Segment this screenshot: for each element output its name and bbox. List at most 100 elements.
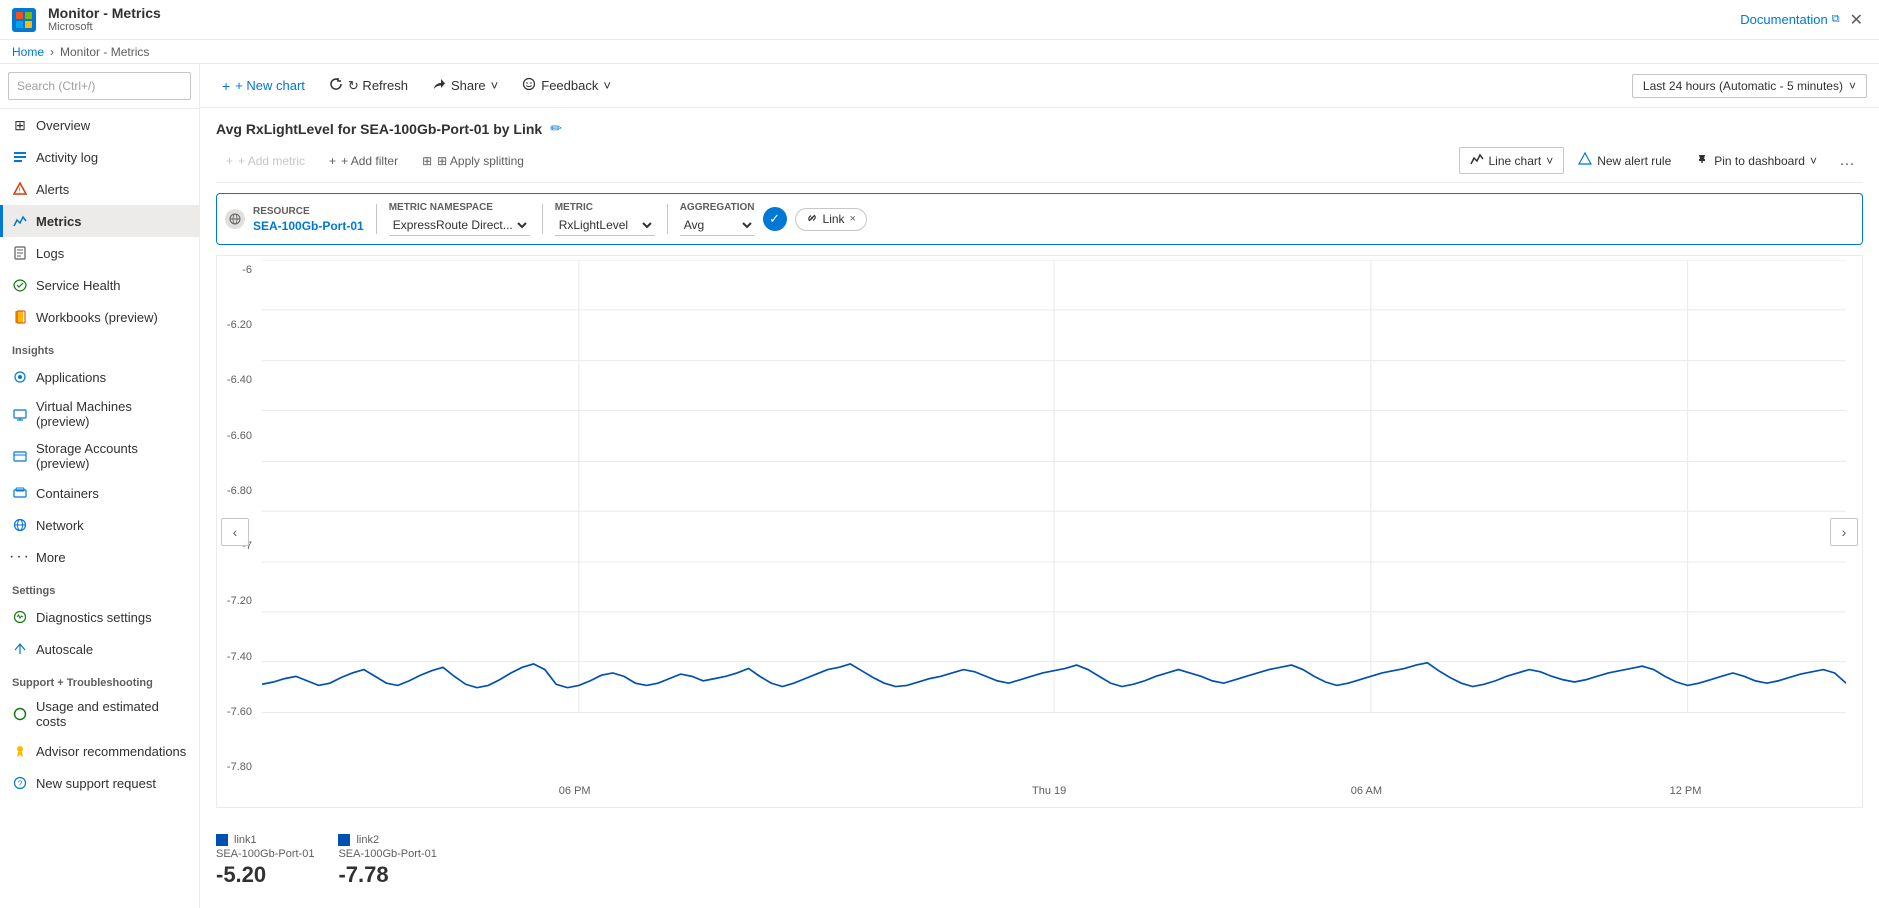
share-caret-icon: ˅: [491, 78, 499, 93]
external-link-icon: ⧉: [1832, 13, 1840, 26]
sidebar-item-usage-costs[interactable]: Usage and estimated costs: [0, 693, 199, 735]
y-label-6: -7.20: [227, 595, 256, 607]
search-input[interactable]: [8, 72, 191, 100]
sidebar-item-storage-accounts[interactable]: Storage Accounts (preview): [0, 435, 199, 477]
settings-section-label: Settings: [0, 573, 199, 601]
metric-selector-row: RESOURCE SEA-100Gb-Port-01 METRIC NAMESP…: [216, 193, 1863, 245]
sidebar-item-logs[interactable]: Logs: [0, 237, 199, 269]
y-label-3: -6.60: [227, 430, 256, 442]
refresh-button[interactable]: ↻ Refresh: [319, 71, 418, 101]
usage-costs-icon: [12, 706, 28, 722]
sidebar-item-more[interactable]: ··· More: [0, 541, 199, 573]
pin-to-dashboard-button[interactable]: Pin to dashboard ˅: [1685, 148, 1827, 173]
chart-type-button[interactable]: Line chart ˅: [1459, 147, 1565, 174]
sidebar-item-support-request[interactable]: ? New support request: [0, 767, 199, 799]
sidebar-item-virtual-machines[interactable]: Virtual Machines (preview): [0, 393, 199, 435]
legend-item-link2: link2 SEA-100Gb-Port-01 -7.78: [338, 834, 436, 888]
support-request-icon: ?: [12, 775, 28, 791]
breadcrumb-separator: ›: [50, 45, 54, 59]
legend-value-link2: -7.78: [338, 862, 436, 888]
link-tag[interactable]: Link ×: [795, 208, 867, 231]
chart-more-button[interactable]: …: [1831, 148, 1863, 174]
search-container: [0, 64, 199, 109]
alerts-icon: !: [12, 181, 28, 197]
chart-title: Avg RxLightLevel for SEA-100Gb-Port-01 b…: [216, 121, 542, 137]
time-range-picker[interactable]: Last 24 hours (Automatic - 5 minutes) ˅: [1632, 74, 1867, 98]
aggregation-select[interactable]: Avg Max Min Sum: [680, 215, 755, 236]
x-axis: 06 PM Thu 19 06 AM 12 PM: [262, 779, 1846, 807]
svg-text:?: ?: [18, 780, 23, 789]
resource-field: RESOURCE SEA-100Gb-Port-01: [253, 206, 364, 233]
feedback-button[interactable]: Feedback ˅: [512, 71, 621, 101]
x-label-1: Thu 19: [1032, 785, 1066, 797]
sidebar-item-alerts[interactable]: ! Alerts: [0, 173, 199, 205]
svg-text:!: !: [19, 188, 21, 195]
close-button[interactable]: ✕: [1846, 6, 1867, 34]
feedback-icon: [522, 77, 536, 94]
apply-splitting-button[interactable]: ⊞ ⊞ Apply splitting: [412, 150, 534, 172]
app-logo: [12, 8, 36, 32]
metric-confirm-button[interactable]: ✓: [763, 207, 787, 231]
virtual-machines-icon: [12, 406, 28, 422]
sidebar-item-overview[interactable]: ⊞ Overview: [0, 109, 199, 141]
scope-icon: [225, 209, 245, 229]
legend-color-link2: [338, 834, 350, 846]
sidebar-item-applications[interactable]: Applications: [0, 361, 199, 393]
sidebar-item-metrics[interactable]: Metrics: [0, 205, 199, 237]
sidebar-item-containers[interactable]: Containers: [0, 477, 199, 509]
edit-title-button[interactable]: ✏: [550, 120, 562, 137]
more-icon: ···: [12, 549, 28, 565]
chart-actions-bar: + + Add metric + + Add filter ⊞ ⊞ Apply …: [216, 147, 1863, 183]
namespace-select-group: METRIC NAMESPACE ExpressRoute Direct...: [389, 202, 530, 236]
chart-visualization: ‹ › -6 -6.20 -6.40 -6.60 -6.80 -7 -7.20 …: [216, 255, 1863, 808]
share-icon: [432, 77, 446, 94]
sidebar-item-workbooks[interactable]: Workbooks (preview): [0, 301, 199, 333]
sidebar-item-activity-log[interactable]: Activity log: [0, 141, 199, 173]
overview-icon: ⊞: [12, 117, 28, 133]
toolbar: + + New chart ↻ Refresh Share ˅: [200, 64, 1879, 108]
add-filter-icon: +: [329, 154, 336, 168]
activity-log-icon: [12, 149, 28, 165]
sidebar-item-advisor[interactable]: Advisor recommendations: [0, 735, 199, 767]
logs-icon: [12, 245, 28, 261]
sidebar-item-service-health[interactable]: Service Health: [0, 269, 199, 301]
sidebar-item-network[interactable]: Network: [0, 509, 199, 541]
new-chart-icon: +: [222, 78, 230, 94]
aggregation-select-group: AGGREGATION Avg Max Min Sum: [680, 202, 755, 236]
link-icon: [806, 212, 818, 227]
chart-more-icon: …: [1839, 152, 1855, 169]
sidebar-item-diagnostics[interactable]: Diagnostics settings: [0, 601, 199, 633]
share-button[interactable]: Share ˅: [422, 71, 508, 101]
support-section-label: Support + Troubleshooting: [0, 665, 199, 693]
pin-caret-icon: ˅: [1810, 154, 1817, 168]
legend-item-link1: link1 SEA-100Gb-Port-01 -5.20: [216, 834, 314, 888]
legend-resource-link2: SEA-100Gb-Port-01: [338, 848, 436, 860]
containers-icon: [12, 485, 28, 501]
x-label-2: 06 AM: [1351, 785, 1382, 797]
y-label-2: -6.40: [227, 374, 256, 386]
y-label-0: -6: [242, 264, 256, 276]
legend-value-link1: -5.20: [216, 862, 314, 888]
chart-nav-right-button[interactable]: ›: [1830, 518, 1858, 546]
add-metric-button[interactable]: + + Add metric: [216, 150, 315, 172]
legend-name-link1: link1: [234, 834, 257, 846]
app-title: Monitor - Metrics: [48, 5, 161, 22]
storage-accounts-icon: [12, 448, 28, 464]
chart-nav-left-button[interactable]: ‹: [221, 518, 249, 546]
y-label-1: -6.20: [227, 319, 256, 331]
metric-select[interactable]: RxLightLevel: [555, 215, 655, 236]
legend-color-link1: [216, 834, 228, 846]
chart-title-row: Avg RxLightLevel for SEA-100Gb-Port-01 b…: [216, 120, 1863, 137]
new-alert-rule-button[interactable]: New alert rule: [1568, 148, 1681, 173]
refresh-icon: [329, 77, 343, 94]
add-filter-button[interactable]: + + Add filter: [319, 150, 408, 172]
time-caret-icon: ˅: [1849, 79, 1856, 93]
breadcrumb-home[interactable]: Home: [12, 45, 44, 59]
link-tag-close[interactable]: ×: [850, 213, 856, 225]
legend-name-link2: link2: [356, 834, 379, 846]
chart-legend: link1 SEA-100Gb-Port-01 -5.20 link2 SEA-…: [216, 826, 1863, 896]
documentation-link[interactable]: Documentation ⧉: [1740, 12, 1839, 27]
new-chart-button[interactable]: + + New chart: [212, 71, 315, 101]
sidebar-item-autoscale[interactable]: Autoscale: [0, 633, 199, 665]
namespace-select[interactable]: ExpressRoute Direct...: [389, 215, 530, 236]
